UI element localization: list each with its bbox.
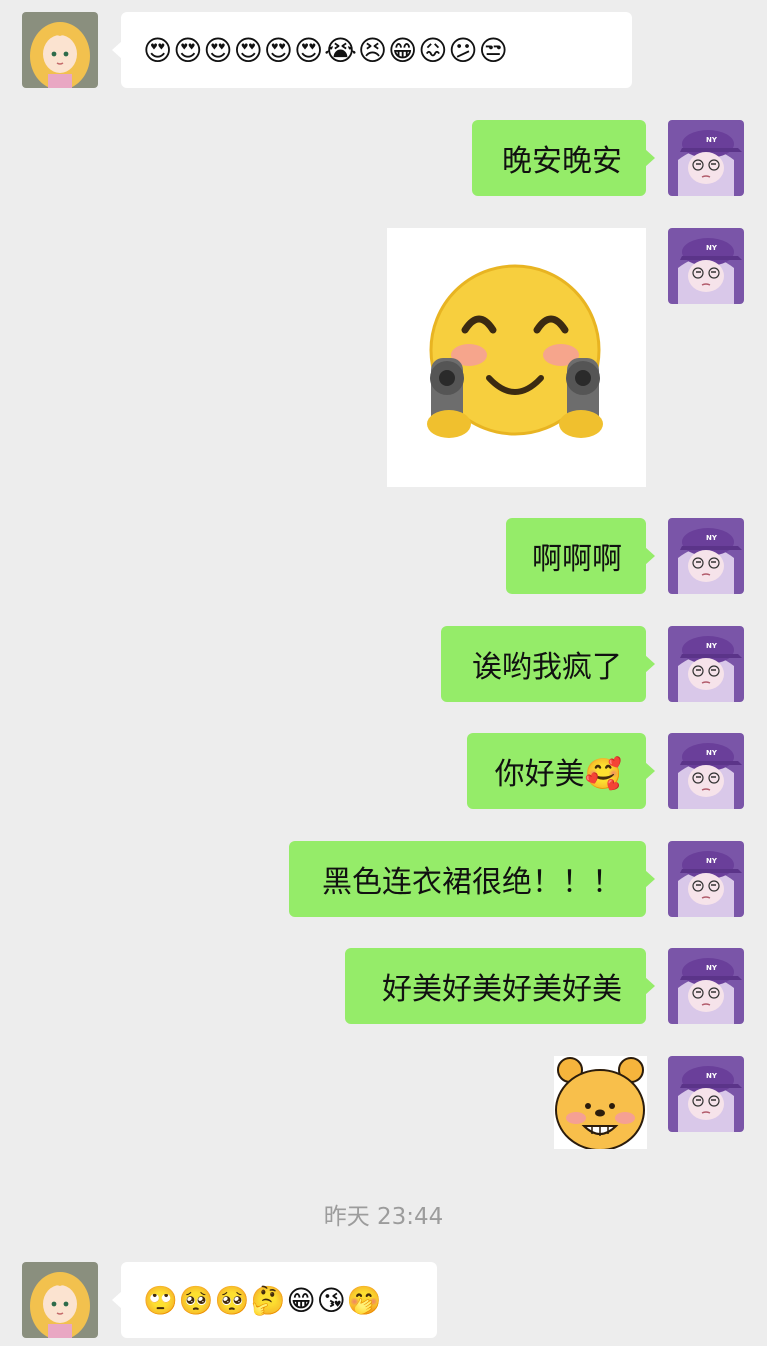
message-bubble-sent[interactable]: 好美好美好美好美: [345, 948, 655, 1024]
my-avatar[interactable]: NY: [668, 841, 744, 917]
my-avatar[interactable]: NY: [668, 626, 744, 702]
message-text: 你好美🥰: [494, 757, 622, 792]
message-bubble-sent[interactable]: 黑色连衣裙很绝！！！: [289, 841, 655, 917]
blonde-girl-avatar-icon: [22, 12, 98, 88]
svg-text:NY: NY: [706, 1072, 718, 1080]
my-avatar[interactable]: NY: [668, 1056, 744, 1132]
my-avatar[interactable]: NY: [668, 948, 744, 1024]
message-text: 啊啊啊: [532, 542, 622, 577]
message-bubble-received[interactable]: 🙄🥺🥺🤔😁😘🤭: [112, 1262, 437, 1338]
chat-timestamp: 昨天 23:44: [323, 1204, 444, 1230]
contact-avatar[interactable]: [22, 1262, 98, 1338]
smiley-guns-icon: [427, 264, 603, 438]
my-avatar[interactable]: NY: [668, 228, 744, 304]
message-bubble-sent[interactable]: 你好美🥰: [467, 733, 655, 809]
bear-face-icon: [554, 1056, 647, 1151]
purple-cap-girl-avatar-icon: NY: [668, 1056, 744, 1132]
purple-cap-girl-avatar-icon: NY: [668, 841, 744, 917]
smiley-holding-guns-sticker[interactable]: [387, 228, 646, 487]
purple-cap-girl-avatar-icon: NY: [668, 518, 744, 594]
purple-cap-girl-avatar-icon: NY: [668, 733, 744, 809]
message-text: 好美好美好美好美: [382, 972, 622, 1007]
my-avatar[interactable]: NY: [668, 518, 744, 594]
blonde-girl-avatar-icon: [22, 1262, 98, 1338]
svg-text:NY: NY: [706, 136, 718, 144]
purple-cap-girl-avatar-icon: NY: [668, 120, 744, 196]
message-text: 诶哟我疯了: [472, 650, 622, 685]
purple-cap-girl-avatar-icon: NY: [668, 228, 744, 304]
my-avatar[interactable]: NY: [668, 120, 744, 196]
message-bubble-sent[interactable]: 诶哟我疯了: [441, 626, 655, 702]
bear-face-sticker[interactable]: [554, 1056, 647, 1151]
svg-text:NY: NY: [706, 534, 718, 542]
message-text: 😍😍😍😍😍😍😭😣😁😖😕😒: [143, 33, 509, 67]
svg-text:NY: NY: [706, 642, 718, 650]
my-avatar[interactable]: NY: [668, 733, 744, 809]
purple-cap-girl-avatar-icon: NY: [668, 948, 744, 1024]
svg-text:NY: NY: [706, 857, 718, 865]
message-bubble-sent[interactable]: 啊啊啊: [506, 518, 655, 594]
message-text: 晚安晚安: [502, 144, 622, 179]
message-bubble-sent[interactable]: 晚安晚安: [472, 120, 655, 196]
svg-text:NY: NY: [706, 964, 718, 972]
message-text: 黑色连衣裙很绝！！！: [322, 865, 622, 900]
message-bubble-received[interactable]: 😍😍😍😍😍😍😭😣😁😖😕😒: [112, 12, 632, 88]
contact-avatar[interactable]: [22, 12, 98, 88]
svg-text:NY: NY: [706, 244, 718, 252]
svg-text:NY: NY: [706, 749, 718, 757]
purple-cap-girl-avatar-icon: NY: [668, 626, 744, 702]
message-text: 🙄🥺🥺🤔😁😘🤭: [143, 1283, 383, 1317]
